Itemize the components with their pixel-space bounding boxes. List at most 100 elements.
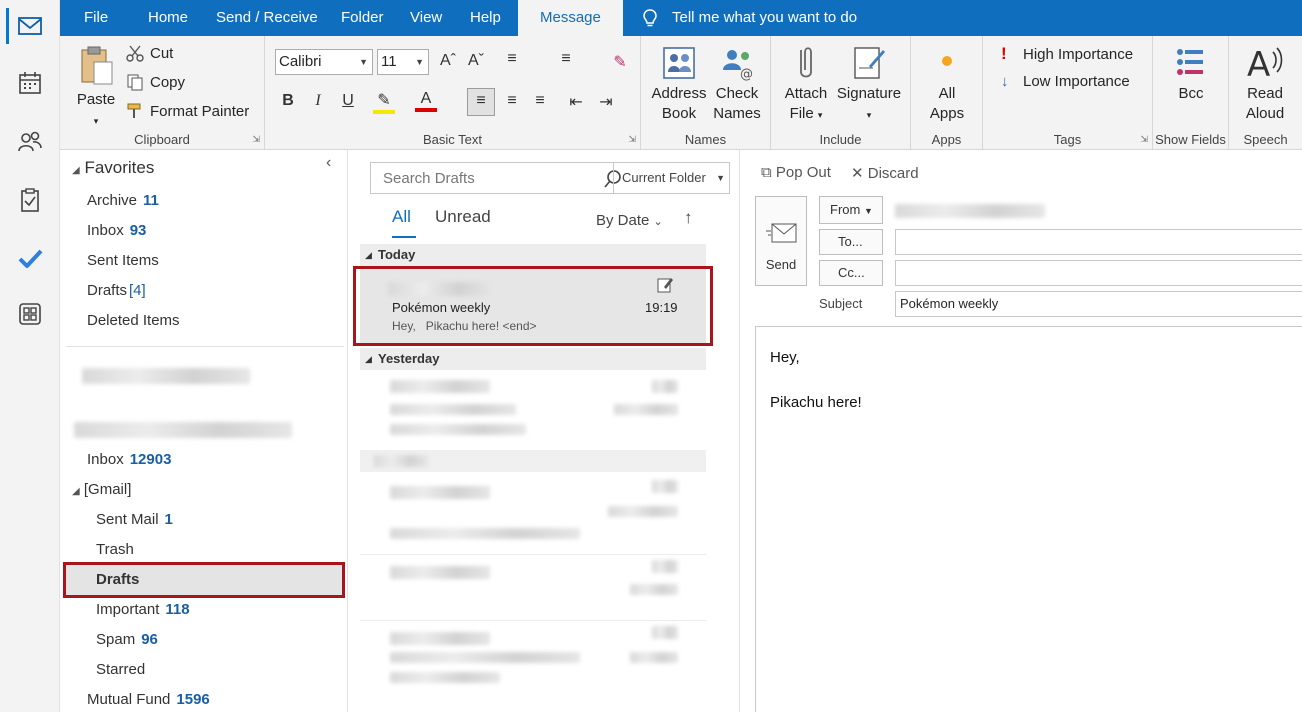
more-apps-icon[interactable] bbox=[12, 296, 48, 332]
collapse-pane-icon[interactable]: ‹ bbox=[326, 154, 331, 172]
message-body[interactable]: Hey, Pikachu here! bbox=[755, 326, 1302, 712]
grow-font-icon[interactable]: Aˆ bbox=[437, 52, 459, 70]
align-center-icon[interactable]: ≡ bbox=[501, 92, 523, 110]
folder-sent-mail[interactable]: Sent Mail 1 bbox=[96, 511, 173, 528]
pop-out-button[interactable]: ⧉ Pop Out bbox=[761, 164, 831, 181]
decrease-indent-icon[interactable]: ⇤ bbox=[565, 92, 587, 112]
cut-button[interactable]: Cut bbox=[126, 44, 173, 62]
signature-button[interactable]: Signature ▾ bbox=[833, 44, 905, 125]
tab-underline bbox=[392, 236, 416, 238]
copy-label: Copy bbox=[150, 73, 186, 91]
folder-important[interactable]: Important 118 bbox=[96, 601, 190, 618]
search-scope-dropdown[interactable]: Current Folder ▼ bbox=[613, 163, 731, 193]
paste-button[interactable]: Paste ▾ bbox=[74, 44, 118, 131]
folder-archive[interactable]: Archive 11 bbox=[87, 192, 159, 209]
active-indicator bbox=[6, 8, 9, 44]
subject-field[interactable]: Pokémon weekly bbox=[895, 291, 1302, 317]
cc-button[interactable]: Cc... bbox=[819, 260, 883, 286]
favorites-header[interactable]: ◢ Favorites bbox=[72, 158, 154, 178]
unread-count: 96 bbox=[141, 631, 158, 648]
tab-send-receive[interactable]: Send / Receive bbox=[216, 0, 318, 36]
mail-icon[interactable] bbox=[12, 8, 48, 44]
address-label-1: Address bbox=[651, 85, 707, 102]
tab-unread[interactable]: Unread bbox=[435, 207, 491, 227]
tab-home[interactable]: Home bbox=[148, 0, 188, 36]
paste-icon bbox=[81, 46, 113, 85]
to-button[interactable]: To... bbox=[819, 229, 883, 255]
folder-gmail[interactable]: ◢ [Gmail] bbox=[72, 481, 131, 498]
address-book-button[interactable]: Address Book bbox=[651, 44, 707, 124]
folder-sent-items[interactable]: Sent Items bbox=[87, 252, 159, 269]
discard-button[interactable]: ✕ Discard bbox=[851, 164, 919, 182]
tasks-icon[interactable] bbox=[12, 182, 48, 218]
bcc-button[interactable]: Bcc bbox=[1163, 44, 1219, 104]
numbering-icon[interactable]: ≡ bbox=[555, 50, 577, 68]
basic-text-group-label: Basic Text bbox=[422, 132, 482, 147]
folder-mutual-fund[interactable]: Mutual Fund 1596 bbox=[87, 691, 210, 708]
tell-me-box[interactable]: Tell me what you want to do bbox=[640, 0, 857, 36]
high-importance-button[interactable]: ! High Importance bbox=[1001, 44, 1133, 64]
people-icon[interactable] bbox=[12, 124, 48, 160]
attach-file-button[interactable]: Attach File ▾ bbox=[781, 44, 831, 125]
list-item[interactable] bbox=[360, 624, 706, 704]
group-header-yesterday[interactable]: ◢ Yesterday bbox=[360, 348, 706, 370]
attach-label-2: File bbox=[789, 105, 814, 122]
from-button[interactable]: From ▼ bbox=[819, 196, 883, 224]
tab-message[interactable]: Message bbox=[518, 0, 623, 36]
underline-icon[interactable]: U bbox=[337, 92, 359, 110]
dialog-launcher-icon[interactable]: ⇲ bbox=[628, 134, 636, 145]
redacted-text bbox=[652, 626, 678, 639]
tab-folder[interactable]: Folder bbox=[341, 0, 384, 36]
low-importance-button[interactable]: ↓ Low Importance bbox=[1001, 73, 1130, 90]
send-button[interactable]: Send bbox=[755, 196, 807, 286]
sort-direction-icon[interactable]: ↑ bbox=[684, 208, 693, 228]
font-size-dropdown[interactable]: 11 ▼ bbox=[377, 49, 429, 75]
search-box[interactable]: Search Drafts Current Folder ▼ bbox=[370, 162, 730, 194]
redacted-text bbox=[390, 528, 580, 539]
redacted-text bbox=[652, 560, 678, 573]
sort-by-date[interactable]: By Date ⌄ bbox=[596, 212, 663, 229]
folder-name: Sent Items bbox=[87, 252, 159, 269]
bold-icon[interactable]: B bbox=[277, 92, 299, 110]
folder-starred[interactable]: Starred bbox=[96, 661, 145, 678]
tab-file[interactable]: File bbox=[84, 0, 108, 36]
calendar-icon[interactable] bbox=[12, 65, 48, 101]
check-names-button[interactable]: @ Check Names bbox=[709, 44, 765, 124]
folder-account-inbox[interactable]: Inbox 12903 bbox=[87, 451, 171, 468]
all-apps-button[interactable]: All Apps bbox=[917, 44, 977, 124]
folder-spam[interactable]: Spam 96 bbox=[96, 631, 158, 648]
tab-all[interactable]: All bbox=[392, 207, 411, 227]
search-input[interactable]: Search Drafts bbox=[383, 170, 475, 187]
folder-inbox[interactable]: Inbox 93 bbox=[87, 222, 146, 239]
cc-field[interactable] bbox=[895, 260, 1302, 286]
font-color-icon[interactable]: A bbox=[415, 90, 437, 112]
group-header-redacted[interactable] bbox=[360, 450, 706, 472]
format-painter-button[interactable]: Format Painter bbox=[126, 102, 249, 120]
read-aloud-button[interactable]: A Read Aloud bbox=[1235, 44, 1295, 124]
shrink-font-icon[interactable]: Aˇ bbox=[465, 52, 487, 70]
align-left-icon[interactable]: ≡ bbox=[467, 88, 495, 116]
folder-trash[interactable]: Trash bbox=[96, 541, 134, 558]
align-right-icon[interactable]: ≡ bbox=[529, 92, 551, 110]
tab-help[interactable]: Help bbox=[470, 0, 501, 36]
italic-icon[interactable]: I bbox=[307, 92, 329, 110]
to-field[interactable] bbox=[895, 229, 1302, 255]
body-line: Hey, bbox=[770, 349, 800, 366]
font-name-dropdown[interactable]: Calibri ▼ bbox=[275, 49, 373, 75]
list-item[interactable] bbox=[360, 476, 706, 546]
clear-formatting-icon[interactable]: ✎ bbox=[609, 52, 631, 72]
folder-deleted-items[interactable]: Deleted Items bbox=[87, 312, 180, 329]
bullets-icon[interactable]: ≡ bbox=[501, 50, 523, 68]
copy-button[interactable]: Copy bbox=[126, 73, 185, 91]
group-header-today[interactable]: ◢ Today bbox=[360, 244, 706, 266]
folder-drafts-favorite[interactable]: Drafts [4] bbox=[87, 282, 146, 299]
format-painter-label: Format Painter bbox=[150, 102, 250, 120]
list-item[interactable] bbox=[360, 558, 706, 618]
increase-indent-icon[interactable]: ⇥ bbox=[595, 92, 617, 112]
list-item[interactable] bbox=[360, 374, 706, 444]
todo-check-icon[interactable] bbox=[12, 240, 48, 276]
tab-view[interactable]: View bbox=[410, 0, 442, 36]
highlight-icon[interactable]: ✎ bbox=[373, 90, 395, 114]
dialog-launcher-icon[interactable]: ⇲ bbox=[1140, 134, 1148, 145]
dialog-launcher-icon[interactable]: ⇲ bbox=[252, 134, 260, 145]
